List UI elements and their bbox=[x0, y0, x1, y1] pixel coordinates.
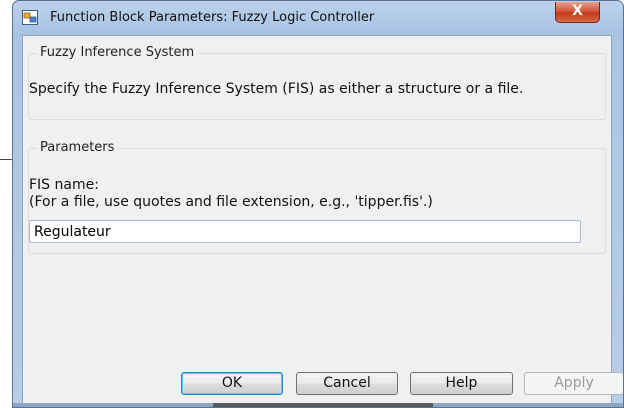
background-line bbox=[0, 159, 12, 160]
title-bar[interactable]: Function Block Parameters: Fuzzy Logic C… bbox=[13, 1, 623, 35]
help-button[interactable]: Help bbox=[410, 372, 513, 395]
cancel-button[interactable]: Cancel bbox=[296, 372, 398, 395]
window-bottom-shadow bbox=[213, 403, 433, 407]
close-button[interactable]: X bbox=[555, 2, 600, 23]
window-title: Function Block Parameters: Fuzzy Logic C… bbox=[50, 10, 375, 25]
fis-name-label: FIS name: bbox=[29, 177, 99, 193]
apply-button[interactable]: Apply bbox=[524, 372, 623, 395]
fis-description: Specify the Fuzzy Inference System (FIS)… bbox=[29, 81, 524, 97]
close-icon: X bbox=[572, 3, 583, 19]
fis-name-input[interactable] bbox=[29, 220, 581, 243]
ok-button[interactable]: OK bbox=[181, 372, 283, 395]
dialog-window: Function Block Parameters: Fuzzy Logic C… bbox=[12, 0, 624, 408]
fis-name-hint: (For a file, use quotes and file extensi… bbox=[29, 194, 433, 210]
fis-group-label: Fuzzy Inference System bbox=[37, 45, 198, 60]
parameters-group-label: Parameters bbox=[37, 140, 118, 155]
dialog-client-area: Fuzzy Inference System Specify the Fuzzy… bbox=[22, 35, 623, 405]
simulink-block-icon bbox=[22, 10, 38, 25]
